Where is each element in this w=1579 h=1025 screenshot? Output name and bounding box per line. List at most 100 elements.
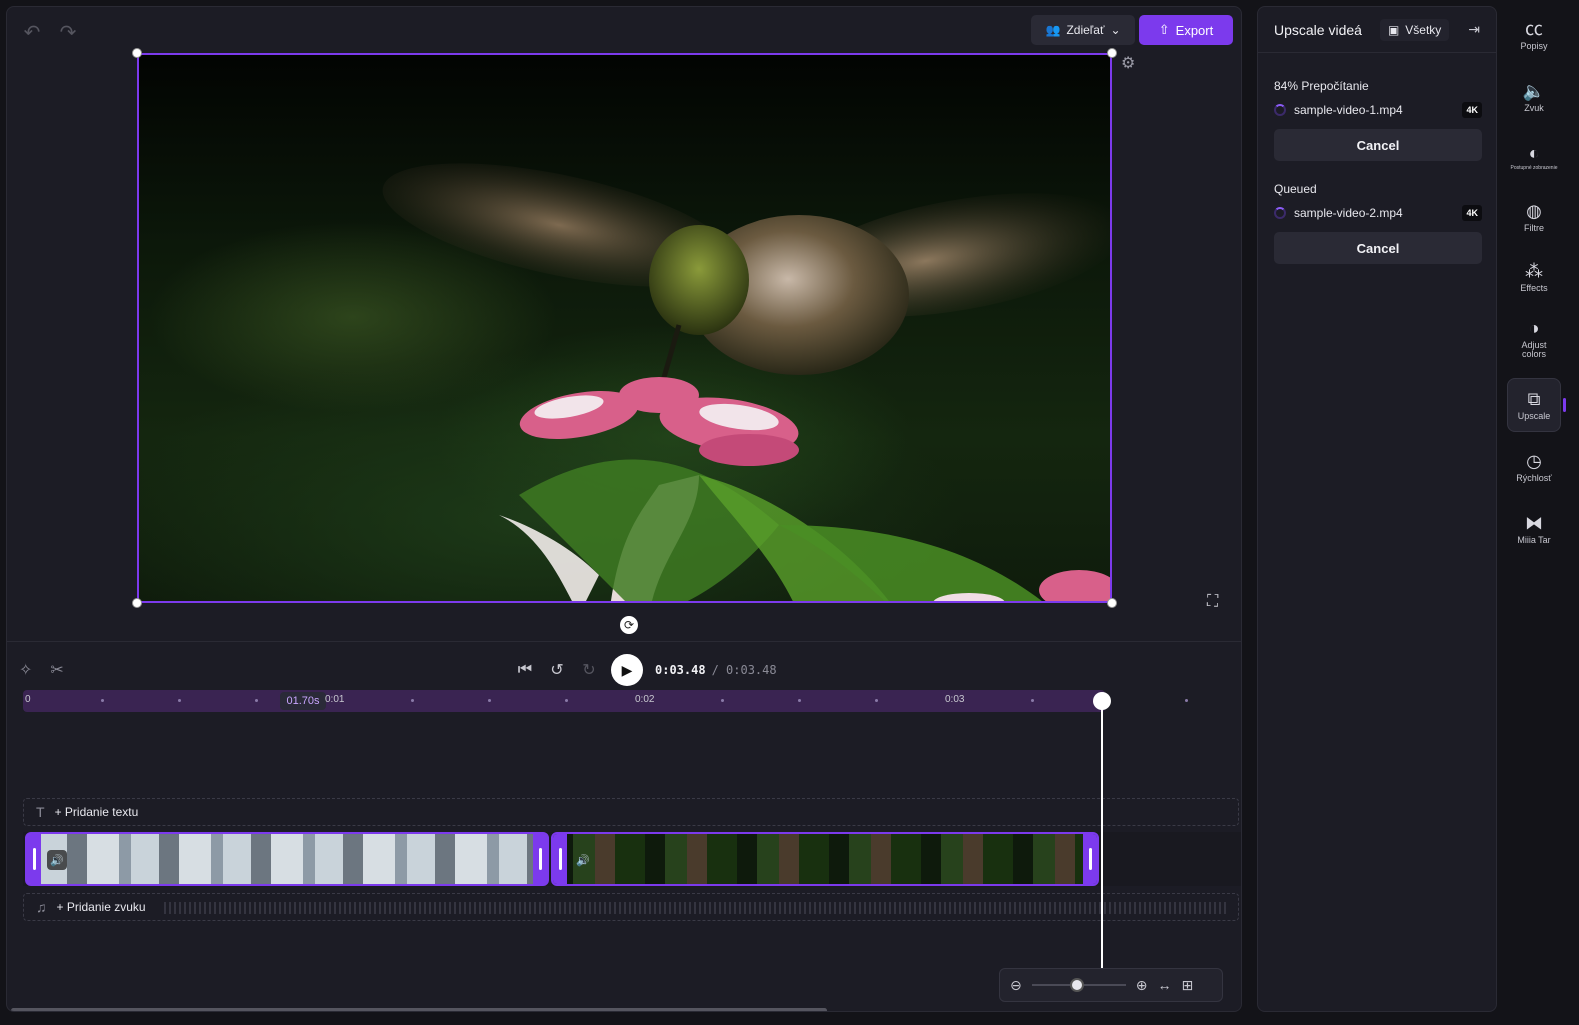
video-clip-1[interactable]: 🔊 — [25, 832, 549, 886]
rail-adjust-colors[interactable]: ◑ Adjust colors — [1507, 312, 1561, 366]
rail-audio[interactable]: 🔈 Zvuk — [1507, 70, 1561, 124]
ruler-marker: 01.70s — [280, 692, 326, 710]
preview-frame — [139, 55, 1110, 601]
play-button[interactable]: ▶ — [611, 654, 643, 686]
current-time: 0:03.48 — [655, 663, 706, 677]
clip-trim-handle-right[interactable] — [1083, 834, 1097, 884]
chevron-down-icon: ⌄ — [1110, 23, 1121, 37]
share-button[interactable]: 👥 Zdieľať ⌄ — [1031, 15, 1135, 45]
history-controls: ↶ ↷ — [21, 21, 79, 44]
ruler-label-1: 0:01 — [325, 694, 345, 705]
share-icon: 👥 — [1045, 23, 1061, 37]
queued-file-row: sample-video-2.mp4 4K — [1274, 204, 1482, 222]
clip-trim-handle-left[interactable] — [553, 834, 567, 884]
redo-icon[interactable]: ↷ — [57, 21, 79, 44]
ruler-dot — [178, 699, 181, 702]
rail-active-indicator — [1563, 398, 1566, 412]
ruler-dot — [255, 699, 258, 702]
effects-icon: ⁂ — [1525, 260, 1543, 281]
rewind-5-icon[interactable]: ↺ — [547, 660, 567, 680]
play-square-icon: ▣ — [1387, 22, 1400, 37]
ruler-dot — [798, 699, 801, 702]
ruler-dot — [565, 699, 568, 702]
resize-handle-bottom-left[interactable] — [132, 598, 142, 608]
dock-icon[interactable]: ⇥ — [1468, 21, 1480, 38]
resize-handle-top-right[interactable] — [1107, 48, 1117, 58]
magic-icon[interactable]: ✧ — [19, 660, 32, 680]
text-track[interactable]: T + Pridanie textu — [23, 798, 1239, 826]
ruler-label-0: 0 — [25, 694, 31, 705]
queued-status: Queued — [1274, 182, 1317, 196]
clip-trim-handle-right[interactable] — [533, 834, 547, 884]
resize-handle-top-left[interactable] — [132, 48, 142, 58]
total-time: / 0:03.48 — [711, 663, 777, 677]
panel-title: Upscale videá — [1274, 21, 1362, 38]
speed-icon: ◷ — [1526, 450, 1542, 471]
volume-icon[interactable]: 🔊 — [573, 850, 593, 870]
ruler-dot — [875, 699, 878, 702]
filter-all-button[interactable]: ▣ Všetky — [1379, 18, 1450, 41]
editor-panel: ↶ ↷ 👥 Zdieľať ⌄ ⇧ Export ⟳ ⚙ ⛶ ✧ ✂ ⏮ ↺ ↻… — [6, 6, 1242, 1012]
processing-status: 84% Prepočítanie — [1274, 79, 1369, 93]
queued-file-name: sample-video-2.mp4 — [1294, 206, 1403, 220]
cancel-queued-button[interactable]: Cancel — [1274, 232, 1482, 264]
resolution-badge: 4K — [1462, 205, 1482, 221]
processing-file-name: sample-video-1.mp4 — [1294, 103, 1403, 117]
video-clip-2[interactable]: 🔊 — [551, 832, 1099, 886]
settings-icon[interactable]: ⚙ — [1121, 53, 1135, 73]
transition-icon: ⧓ — [1525, 512, 1543, 533]
zoom-out-icon[interactable]: ⊖ — [1010, 977, 1022, 994]
zoom-in-icon[interactable]: ⊕ — [1136, 977, 1148, 994]
export-button[interactable]: ⇧ Export — [1139, 15, 1233, 45]
audio-waveform — [164, 902, 1228, 914]
zoom-slider-knob[interactable] — [1069, 978, 1084, 992]
rail-filters[interactable]: ◍ Filtre — [1507, 190, 1561, 244]
zoom-slider[interactable] — [1031, 978, 1126, 992]
resize-handle-bottom-right[interactable] — [1107, 598, 1117, 608]
add-audio-label: + Pridanie zvuku — [56, 900, 146, 914]
ruler-dot — [411, 699, 414, 702]
ruler-dot — [1185, 699, 1188, 702]
rail-speed[interactable]: ◷ Rýchlosť — [1507, 440, 1561, 494]
audio-track[interactable]: ♫ + Pridanie zvuku — [23, 893, 1239, 921]
time-ruler[interactable]: 0 01.70s 0:01 0:02 0:03 — [23, 690, 1105, 712]
video-preview[interactable] — [137, 53, 1112, 603]
fullscreen-icon[interactable]: ⛶ — [1207, 593, 1218, 611]
volume-icon[interactable]: 🔊 — [47, 850, 67, 870]
ruler-dot — [488, 699, 491, 702]
ruler-dot — [721, 699, 724, 702]
export-label: Export — [1175, 22, 1214, 38]
queued-section: Queued sample-video-2.mp4 4K Cancel — [1274, 182, 1482, 264]
fade-icon: ◐ — [1528, 142, 1540, 163]
filter-all-label: Všetky — [1405, 22, 1442, 37]
rail-effects[interactable]: ⁂ Effects — [1507, 250, 1561, 304]
skip-start-icon[interactable]: ⏮ — [515, 661, 535, 679]
ruler-label-2: 0:02 — [635, 694, 655, 705]
forward-5-icon[interactable]: ↻ — [579, 660, 599, 680]
undo-icon[interactable]: ↶ — [21, 21, 43, 44]
clip-trim-handle-left[interactable] — [27, 834, 41, 884]
playhead-line — [1101, 702, 1103, 1002]
scissors-icon[interactable]: ✂ — [50, 660, 63, 680]
rail-upscale[interactable]: ⧉ Upscale — [1507, 378, 1561, 432]
ruler-dot — [101, 699, 104, 702]
fit-icon[interactable]: ↔ — [1157, 977, 1171, 993]
horizontal-scrollbar[interactable] — [11, 1008, 827, 1011]
playhead-handle[interactable] — [1093, 692, 1111, 710]
timeline: ✧ ✂ ⏮ ↺ ↻ ▶ 0:03.48 / 0:03.48 0 01.70s 0… — [7, 641, 1241, 1011]
upload-icon: ⇧ — [1158, 22, 1170, 37]
resolution-badge: 4K — [1462, 102, 1482, 118]
rail-captions[interactable]: ㏄ Popisy — [1507, 8, 1561, 62]
rotate-icon[interactable]: ⟳ — [620, 616, 638, 634]
upscale-icon: ⧉ — [1527, 388, 1541, 409]
cancel-processing-button[interactable]: Cancel — [1274, 129, 1482, 161]
rail-fade[interactable]: ◐ Postupné zobrazenie — [1507, 130, 1561, 184]
rail-transition[interactable]: ⧓ Miiia Tar — [1507, 502, 1561, 556]
spinner-icon — [1274, 207, 1286, 219]
captions-icon: ㏄ — [1525, 18, 1543, 39]
ruler-dot — [1031, 699, 1034, 702]
add-text-label: + Pridanie textu — [54, 805, 139, 819]
processing-section: 84% Prepočítanie sample-video-1.mp4 4K C… — [1274, 79, 1482, 161]
expand-icon[interactable]: ⊞ — [1181, 977, 1193, 994]
spinner-icon — [1274, 104, 1286, 116]
